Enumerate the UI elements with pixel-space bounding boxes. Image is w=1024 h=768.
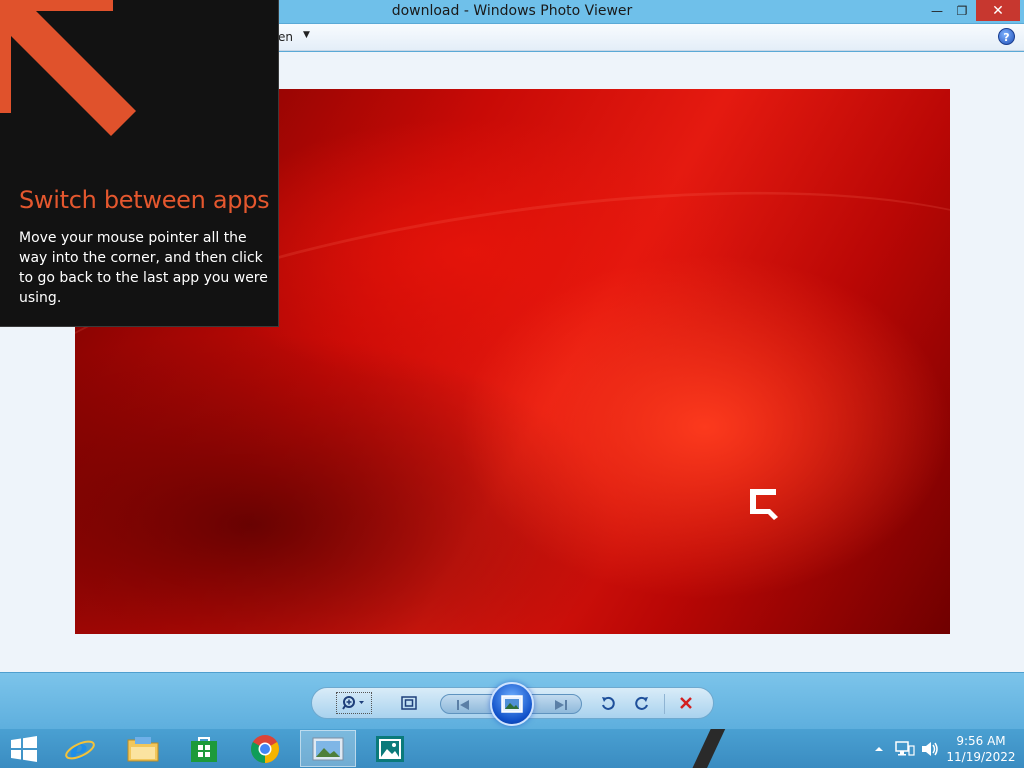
zoom-icon[interactable]: [336, 692, 372, 714]
open-menu[interactable]: en: [278, 30, 293, 44]
taskbar: e: [0, 729, 1024, 768]
restore-button[interactable]: ❐: [950, 0, 974, 21]
tip-body: Move your mouse pointer all the way into…: [19, 230, 268, 306]
toolbar-separator: [664, 694, 665, 714]
compaq-logo-icon: [750, 489, 778, 520]
taskbar-internet-explorer[interactable]: e: [52, 730, 108, 767]
chrome-icon: [251, 734, 279, 763]
network-icon[interactable]: [894, 740, 916, 758]
taskbar-chrome[interactable]: [237, 730, 293, 767]
arrow-up-left-icon: [0, 0, 136, 136]
taskbar-photos-app[interactable]: [362, 730, 418, 767]
previous-icon[interactable]: [441, 695, 485, 715]
start-button[interactable]: [0, 730, 48, 767]
close-button[interactable]: ✕: [976, 0, 1020, 21]
rotate-clockwise-icon[interactable]: [630, 688, 654, 718]
rotate-counterclockwise-icon[interactable]: [596, 688, 620, 718]
actual-size-icon[interactable]: [396, 688, 422, 718]
folder-icon: [127, 736, 159, 761]
svg-text:e: e: [70, 734, 88, 764]
clock-time: 9:56 AM: [956, 734, 1006, 748]
open-menu-caret[interactable]: ▼: [303, 30, 310, 40]
taskbar-photo-viewer[interactable]: [300, 730, 356, 767]
controls-pill: [311, 682, 714, 726]
store-icon: [191, 736, 217, 762]
next-icon[interactable]: [539, 695, 583, 715]
minimize-button[interactable]: —: [924, 0, 950, 21]
bottom-toolbar: [0, 672, 1024, 729]
clock-date: 11/19/2022: [946, 750, 1016, 764]
ie-icon: e: [65, 734, 95, 764]
show-hidden-icons-icon[interactable]: [872, 744, 886, 754]
switch-apps-tip: Switch between apps Move your mouse poin…: [0, 0, 279, 327]
photo-viewer-icon: [312, 737, 344, 760]
taskbar-store[interactable]: [176, 730, 232, 767]
system-tray: [872, 729, 940, 768]
taskbar-clock[interactable]: 9:56 AM 11/19/2022: [944, 733, 1018, 765]
tip-title: Switch between apps: [19, 186, 270, 214]
taskbar-decoration: [690, 729, 730, 768]
delete-icon[interactable]: [672, 688, 700, 718]
volume-icon[interactable]: [920, 740, 940, 758]
help-icon[interactable]: ?: [998, 28, 1015, 45]
slideshow-icon[interactable]: [490, 682, 534, 726]
taskbar-file-explorer[interactable]: [115, 730, 171, 767]
photos-icon: [376, 735, 404, 762]
windows-logo-icon: [11, 735, 37, 762]
